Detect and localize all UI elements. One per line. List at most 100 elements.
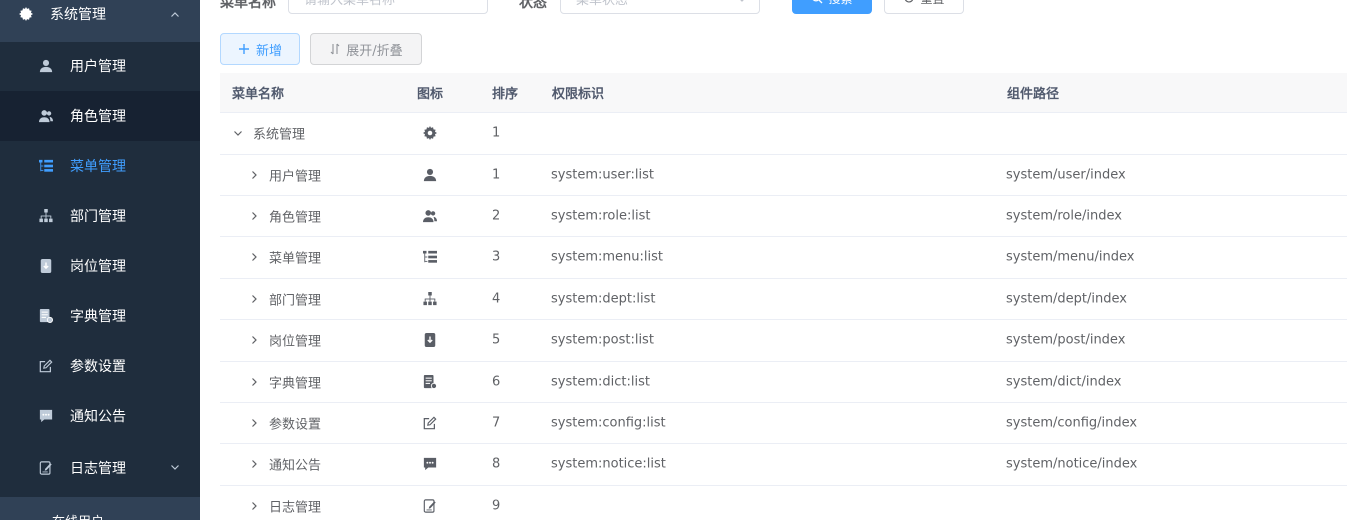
peoples-icon bbox=[38, 108, 54, 124]
expand-collapse-button[interactable]: 展开/折叠 bbox=[310, 33, 422, 65]
search-button-label: 搜索 bbox=[828, 0, 852, 7]
cell-menu-name: 角色管理 bbox=[269, 210, 322, 226]
menu-name-input[interactable]: 请输入菜单名称 bbox=[288, 0, 488, 14]
user-icon bbox=[422, 167, 438, 183]
table-row[interactable]: 角色管理 2 system:role:list system/role/index bbox=[220, 196, 1347, 238]
cell-order: 4 bbox=[492, 291, 501, 307]
header-order: 排序 bbox=[492, 87, 519, 102]
cell-order: 5 bbox=[492, 332, 501, 348]
reset-button-label: 重置 bbox=[920, 0, 944, 7]
cell-perms: system:menu:list bbox=[551, 249, 663, 265]
sidebar-item-post[interactable]: 岗位管理 bbox=[0, 241, 200, 291]
cell-component: system/role/index bbox=[1006, 208, 1122, 224]
sidebar-item-notice[interactable]: 通知公告 bbox=[0, 391, 200, 441]
table-row[interactable]: 通知公告 8 system:notice:list system/notice/ind… bbox=[220, 444, 1347, 486]
header-component: 组件路径 bbox=[1007, 87, 1060, 102]
chevron-right-icon[interactable] bbox=[249, 377, 259, 387]
cell-perms: system:config:list bbox=[551, 415, 666, 431]
cell-menu-name: 字典管理 bbox=[269, 376, 322, 392]
tree-icon bbox=[38, 208, 54, 224]
add-button[interactable]: 新增 bbox=[220, 33, 300, 65]
edit-icon bbox=[38, 358, 54, 374]
tree-table-icon bbox=[38, 158, 54, 174]
sidebar-item-dict[interactable]: 字典管理 bbox=[0, 291, 200, 341]
message-icon bbox=[38, 408, 54, 424]
sidebar-item-label: 用户管理 bbox=[70, 59, 126, 75]
chevron-right-icon[interactable] bbox=[249, 211, 259, 221]
log-icon bbox=[422, 498, 438, 514]
expand-collapse-label: 展开/折叠 bbox=[346, 43, 403, 59]
cell-perms: system:role:list bbox=[551, 208, 651, 224]
table-row[interactable]: 字典管理 6 system:dict:list system/dict/index bbox=[220, 361, 1347, 403]
sidebar-item-label: 岗位管理 bbox=[70, 259, 126, 275]
cell-order: 6 bbox=[492, 374, 501, 390]
search-icon bbox=[811, 0, 823, 4]
cell-component: system/menu/index bbox=[1006, 249, 1135, 265]
chevron-right-icon[interactable] bbox=[249, 459, 259, 469]
sidebar-group-system[interactable]: 系统管理 bbox=[0, 0, 200, 42]
menu-name-label: 菜单名称 bbox=[220, 0, 276, 11]
cell-order: 7 bbox=[492, 415, 501, 431]
cell-menu-name: 部门管理 bbox=[269, 293, 322, 309]
sidebar-item-user[interactable]: 用户管理 bbox=[0, 41, 200, 91]
cell-menu-name: 岗位管理 bbox=[269, 334, 322, 350]
chevron-right-icon[interactable] bbox=[249, 170, 259, 180]
cell-perms: system:notice:list bbox=[551, 456, 666, 472]
chevron-right-icon[interactable] bbox=[249, 418, 259, 428]
status-select-placeholder: 菜单状态 bbox=[576, 0, 629, 8]
sidebar-item-label: 角色管理 bbox=[70, 109, 126, 125]
cell-order: 8 bbox=[492, 456, 501, 472]
tree-icon bbox=[422, 291, 438, 307]
chevron-down-icon[interactable] bbox=[233, 128, 243, 138]
sidebar-item-menu[interactable]: 菜单管理 bbox=[0, 141, 200, 191]
table-row[interactable]: 岗位管理 5 system:post:list system/post/index bbox=[220, 320, 1347, 362]
sidebar-item-dept[interactable]: 部门管理 bbox=[0, 191, 200, 241]
cell-order: 1 bbox=[492, 167, 501, 183]
cell-menu-name: 菜单管理 bbox=[269, 251, 322, 267]
chevron-right-icon[interactable] bbox=[249, 335, 259, 345]
cell-menu-name: 参数设置 bbox=[269, 417, 322, 433]
header-perms: 权限标识 bbox=[552, 87, 605, 102]
chevron-down-icon bbox=[170, 460, 180, 476]
status-label: 状态 bbox=[519, 0, 547, 11]
table-row[interactable]: 用户管理 1 system:user:list system/user/index bbox=[220, 154, 1347, 196]
chevron-right-icon[interactable] bbox=[249, 501, 259, 511]
plus-icon bbox=[238, 43, 250, 55]
chevron-right-icon[interactable] bbox=[249, 252, 259, 262]
sidebar-item-label: 部门管理 bbox=[70, 209, 126, 225]
gear-icon bbox=[18, 6, 34, 22]
sidebar-item-log[interactable]: 日志管理 bbox=[0, 443, 200, 493]
cell-component: system/post/index bbox=[1006, 332, 1126, 348]
table-row[interactable]: 菜单管理 3 system:menu:list system/menu/index bbox=[220, 237, 1347, 279]
cell-component: system/user/index bbox=[1006, 167, 1126, 183]
cell-menu-name: 日志管理 bbox=[269, 500, 322, 516]
sidebar-item-label: 字典管理 bbox=[70, 309, 126, 325]
cell-perms: system:dept:list bbox=[551, 291, 656, 307]
search-button[interactable]: 搜索 bbox=[792, 0, 872, 14]
cell-component: system/dept/index bbox=[1006, 291, 1127, 307]
sidebar-item-label: 菜单管理 bbox=[70, 159, 126, 175]
edit-icon bbox=[422, 415, 438, 431]
tree-table-icon bbox=[422, 249, 438, 265]
status-select[interactable]: 菜单状态 bbox=[560, 0, 760, 14]
table-row[interactable]: 系统管理 1 bbox=[220, 113, 1347, 155]
table-row[interactable]: 日志管理 9 bbox=[220, 486, 1347, 520]
message-icon bbox=[422, 456, 438, 472]
sidebar-item-role[interactable]: 角色管理 bbox=[0, 91, 200, 141]
cell-component: system/config/index bbox=[1006, 415, 1138, 431]
sidebar-item-online[interactable]: 在线用户 bbox=[0, 497, 200, 520]
sidebar-item-config[interactable]: 参数设置 bbox=[0, 341, 200, 391]
cell-order: 1 bbox=[492, 125, 501, 141]
chevron-right-icon[interactable] bbox=[249, 294, 259, 304]
cell-order: 9 bbox=[492, 498, 501, 514]
sort-icon bbox=[329, 43, 341, 55]
table-row[interactable]: 参数设置 7 system:config:list system/config/ind… bbox=[220, 403, 1347, 445]
reset-button[interactable]: 重置 bbox=[884, 0, 964, 14]
cell-perms: system:dict:list bbox=[551, 374, 650, 390]
post-icon bbox=[422, 332, 438, 348]
table-header: 菜单名称 图标 排序 权限标识 组件路径 bbox=[220, 73, 1347, 113]
chevron-up-icon bbox=[170, 8, 180, 24]
cell-component: system/notice/index bbox=[1006, 456, 1138, 472]
table-row[interactable]: 部门管理 4 system:dept:list system/dept/index bbox=[220, 279, 1347, 321]
cell-menu-name: 系统管理 bbox=[253, 127, 306, 143]
